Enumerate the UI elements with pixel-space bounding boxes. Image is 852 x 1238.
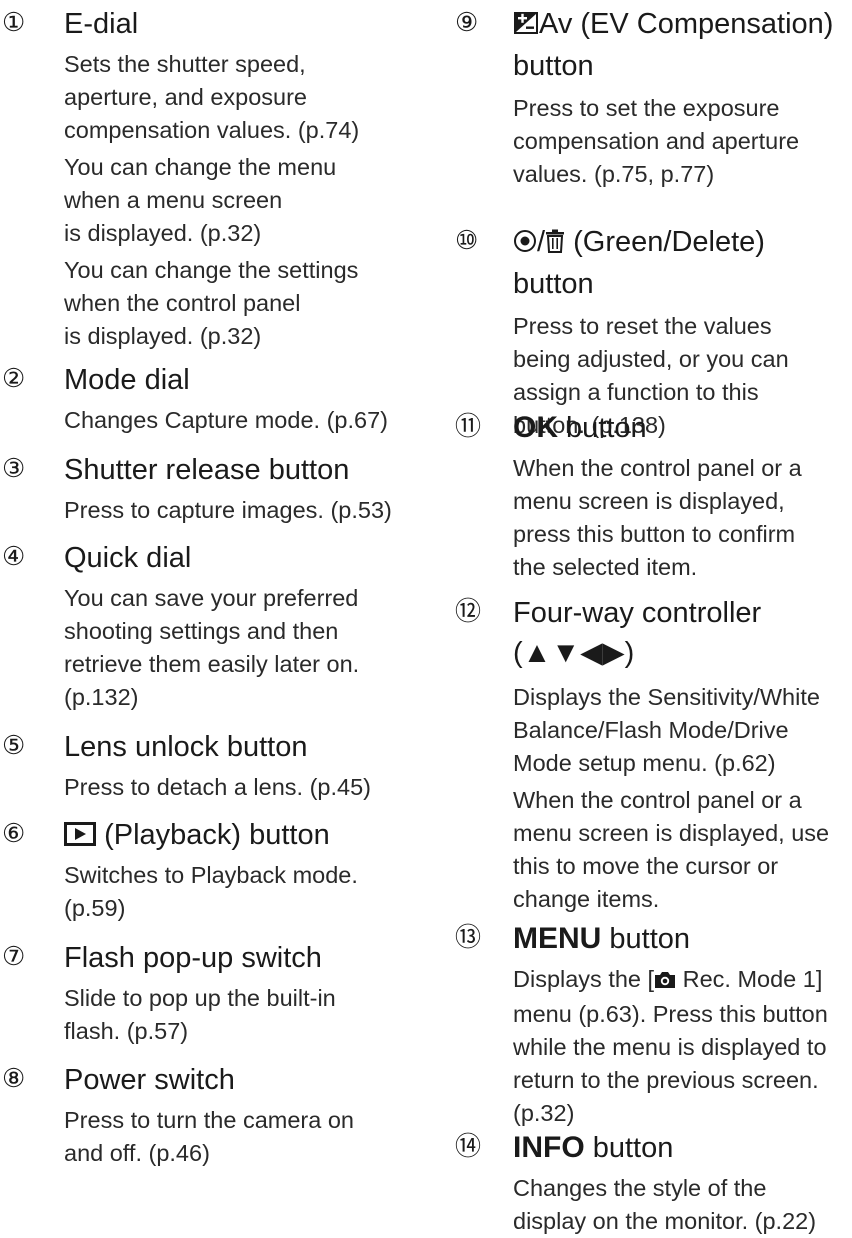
desc-line: Changes the style of the bbox=[513, 1175, 767, 1201]
item-description: Changes the style of the display on the … bbox=[513, 1172, 852, 1238]
item-number: ③ bbox=[2, 453, 26, 483]
desc-line: compensation and aperture bbox=[513, 128, 800, 154]
item-title: (Playback) button bbox=[64, 815, 420, 857]
item-title: Quick dial bbox=[64, 542, 192, 574]
item-number: ⑩ bbox=[455, 225, 479, 255]
desc-line: You can change the settings bbox=[64, 257, 359, 283]
desc-line: Press to reset the values bbox=[513, 313, 772, 339]
item-title: Mode dial bbox=[64, 364, 190, 396]
desc-line: (p.132) bbox=[64, 684, 139, 710]
desc-line: values. (p.75, p.77) bbox=[513, 161, 715, 187]
item-title: MENU button bbox=[513, 922, 691, 955]
item-description: Press to turn the camera on and off. (p.… bbox=[64, 1104, 420, 1170]
desc-line: the selected item. bbox=[513, 554, 698, 580]
desc-line: Slide to pop up the built-in bbox=[64, 985, 336, 1011]
desc-line: this to move the cursor or bbox=[513, 853, 779, 879]
item-number: ④ bbox=[2, 541, 26, 571]
item-title: INFO button bbox=[513, 1131, 674, 1164]
item-description: Displays the Sensitivity/White Balance/F… bbox=[513, 681, 852, 916]
manual-page: ① E-dial Sets the shutter speed, apertur… bbox=[0, 0, 852, 1234]
desc-line: return to the previous screen. bbox=[513, 1067, 819, 1093]
item-title: Flash pop-up switch bbox=[64, 942, 322, 974]
desc-line: menu screen is displayed, use bbox=[513, 820, 830, 846]
desc-line: compensation values. (p.74) bbox=[64, 117, 360, 143]
desc-line: being adjusted, or you can bbox=[513, 346, 789, 372]
desc-line: You can change the menu bbox=[64, 154, 337, 180]
camera-icon bbox=[654, 965, 676, 998]
desc-line: when a menu screen bbox=[64, 187, 283, 213]
item-number: ⑦ bbox=[2, 941, 26, 971]
item-description: Slide to pop up the built-in flash. (p.5… bbox=[64, 982, 420, 1048]
desc-line: when the control panel bbox=[64, 290, 301, 316]
item-description: Displays the [ Rec. Mode 1] menu (p.63).… bbox=[513, 963, 852, 1130]
desc-line: menu (p.63). Press this button bbox=[513, 1001, 828, 1027]
item-number: ② bbox=[2, 363, 26, 393]
desc-line: (p.32) bbox=[513, 1100, 575, 1126]
item-title: Av (EV Compensation) button bbox=[513, 6, 834, 82]
playback-icon bbox=[64, 817, 96, 857]
item-number: ⑭ bbox=[455, 1131, 482, 1161]
desc-line: menu screen is displayed, bbox=[513, 488, 785, 514]
item-description: Press to detach a lens. (p.45) bbox=[64, 771, 420, 804]
desc-line: Press to set the exposure bbox=[513, 95, 780, 121]
desc-line: and off. (p.46) bbox=[64, 1140, 210, 1166]
item-description: Sets the shutter speed, aperture, and ex… bbox=[64, 48, 420, 353]
desc-line: press this button to confirm bbox=[513, 521, 796, 547]
desc-line: Sets the shutter speed, bbox=[64, 51, 306, 77]
desc-line: When the control panel or a bbox=[513, 455, 802, 481]
item-title: Lens unlock button bbox=[64, 731, 308, 763]
item-number: ⑪ bbox=[455, 411, 482, 441]
green-button-icon bbox=[513, 224, 537, 264]
item-title: E-dial bbox=[64, 8, 139, 40]
desc-line: assign a function to this bbox=[513, 379, 759, 405]
item-number: ① bbox=[2, 7, 26, 37]
desc-line: Rec. Mode 1] bbox=[676, 966, 823, 992]
item-number: ⑫ bbox=[455, 596, 482, 626]
item-number: ⑧ bbox=[2, 1063, 26, 1093]
desc-line: display on the monitor. (p.22) bbox=[513, 1208, 817, 1234]
desc-line: flash. (p.57) bbox=[64, 1018, 189, 1044]
item-description: Switches to Playback mode. (p.59) bbox=[64, 859, 420, 925]
item-title: / (Green/Delete) button bbox=[513, 224, 765, 300]
item-description: Press to set the exposure compensation a… bbox=[513, 92, 852, 191]
item-title: Power switch bbox=[64, 1064, 235, 1096]
item-title: OK button bbox=[513, 411, 647, 444]
desc-line: while the menu is displayed to bbox=[513, 1034, 827, 1060]
desc-line: Displays the Sensitivity/White bbox=[513, 684, 820, 710]
item-title: Shutter release button bbox=[64, 454, 350, 486]
item-number: ⑨ bbox=[455, 7, 479, 37]
desc-line: retrieve them easily later on. bbox=[64, 651, 360, 677]
desc-line: Mode setup menu. (p.62) bbox=[513, 750, 776, 776]
desc-line: change items. bbox=[513, 886, 660, 912]
item-number: ⑥ bbox=[2, 818, 26, 848]
desc-line: Press to turn the camera on bbox=[64, 1107, 354, 1133]
trash-icon bbox=[545, 224, 565, 264]
desc-line: When the control panel or a bbox=[513, 787, 802, 813]
desc-line: Displays the [ bbox=[513, 966, 655, 992]
ev-compensation-icon bbox=[513, 6, 539, 46]
desc-line: shooting settings and then bbox=[64, 618, 339, 644]
item-description: When the control panel or a menu screen … bbox=[513, 452, 852, 584]
item-description: Press to capture images. (p.53) bbox=[64, 494, 420, 527]
desc-line: Changes Capture mode. (p.67) bbox=[64, 407, 388, 433]
desc-line: aperture, and exposure bbox=[64, 84, 307, 110]
item-number: ⑤ bbox=[2, 730, 26, 760]
desc-line: (p.59) bbox=[64, 895, 126, 921]
item-number: ⑬ bbox=[455, 922, 482, 952]
item-description: Changes Capture mode. (p.67) bbox=[64, 404, 420, 437]
desc-line: is displayed. (p.32) bbox=[64, 323, 262, 349]
desc-line: Balance/Flash Mode/Drive bbox=[513, 717, 789, 743]
desc-line: is displayed. (p.32) bbox=[64, 220, 262, 246]
item-title: Four-way controller (▲▼◀▶) bbox=[513, 597, 762, 669]
desc-line: Press to capture images. (p.53) bbox=[64, 497, 392, 523]
desc-line: You can save your preferred bbox=[64, 585, 359, 611]
desc-line: Press to detach a lens. (p.45) bbox=[64, 774, 371, 800]
item-description: You can save your preferred shooting set… bbox=[64, 582, 420, 714]
desc-line: Switches to Playback mode. bbox=[64, 862, 358, 888]
